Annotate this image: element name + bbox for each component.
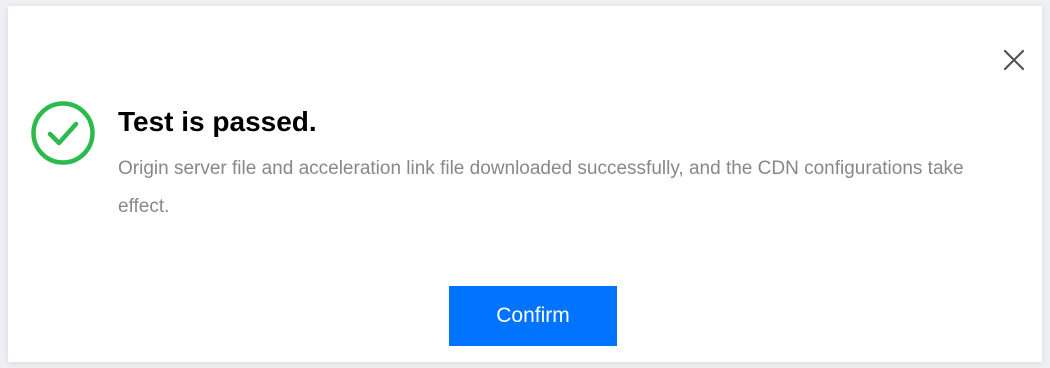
- dialog-message: Origin server file and acceleration link…: [118, 158, 964, 217]
- check-circle-icon: [30, 100, 96, 166]
- dialog-title: Test is passed.: [118, 106, 317, 137]
- close-button[interactable]: [1000, 46, 1028, 74]
- confirm-button[interactable]: Confirm: [449, 286, 617, 346]
- dialog: Test is passed. Origin server file and a…: [8, 6, 1042, 362]
- close-icon: [1003, 49, 1025, 71]
